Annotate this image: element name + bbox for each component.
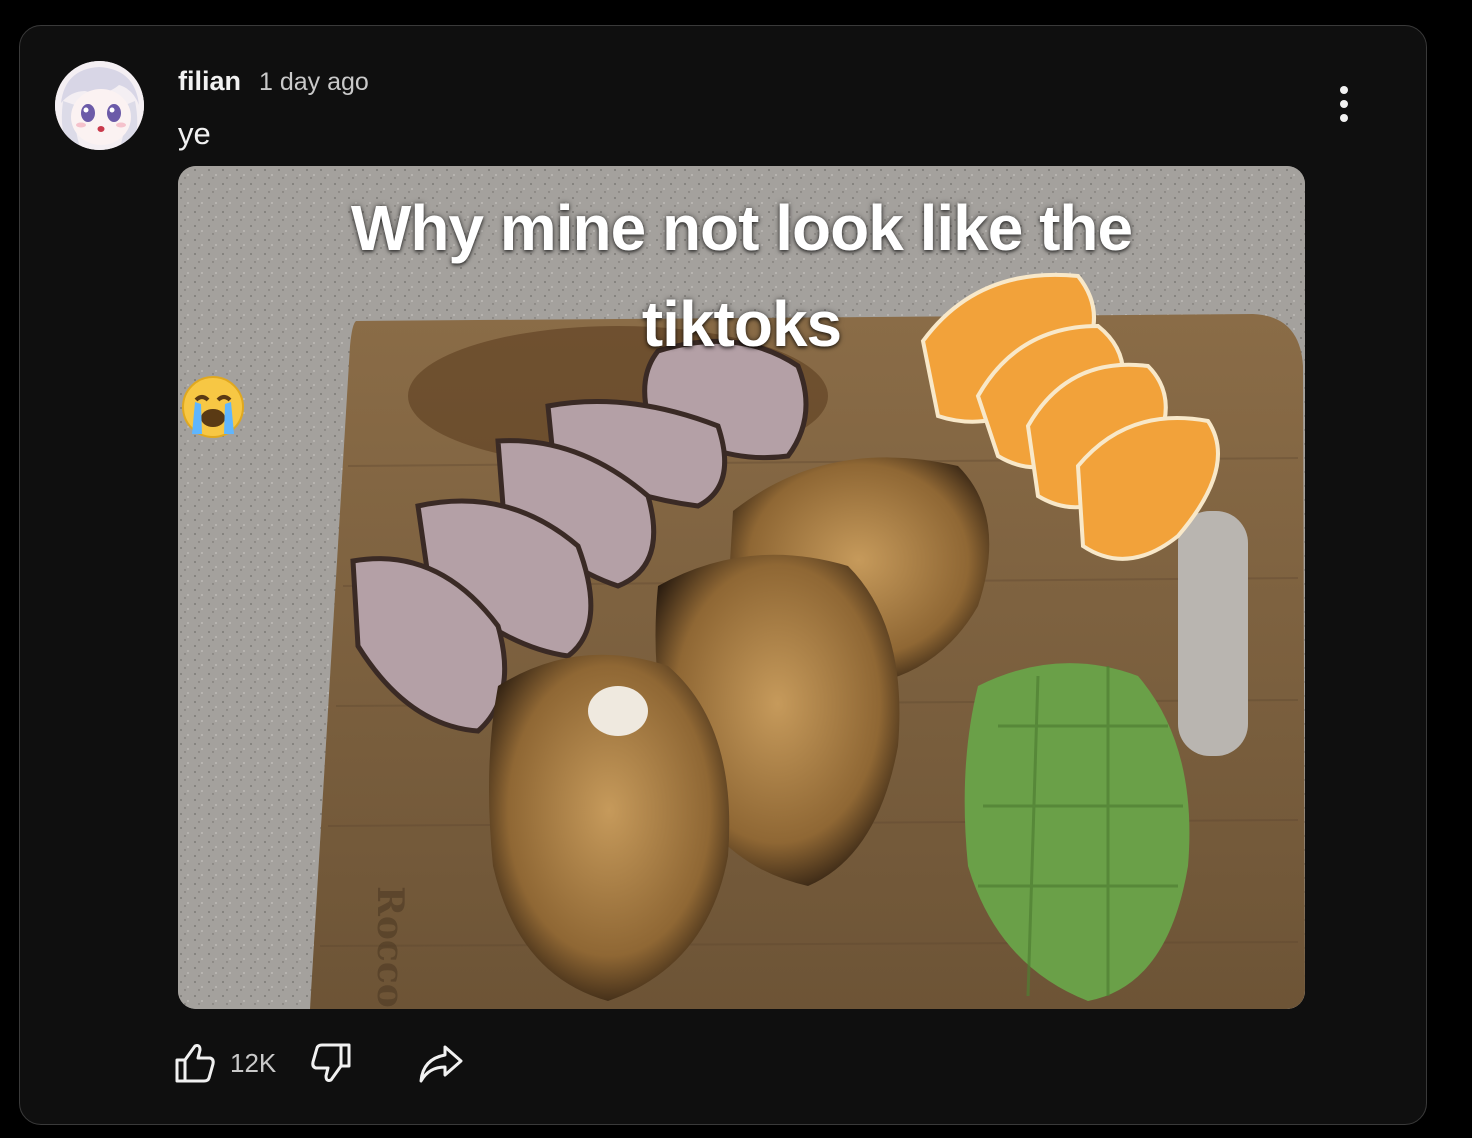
- like-button[interactable]: [170, 1038, 220, 1088]
- dislike-button[interactable]: [306, 1038, 356, 1088]
- board-brand: Rocco: [369, 886, 411, 1008]
- caption-word: tiktoks: [641, 288, 842, 360]
- loudly-crying-face-icon: [182, 376, 244, 438]
- comment-actions: 12K: [170, 1038, 466, 1088]
- author-name[interactable]: filian: [178, 66, 241, 97]
- thumb-up-icon: [175, 1044, 215, 1083]
- share-button[interactable]: [416, 1038, 466, 1088]
- caption-line-2: tiktoks: [178, 276, 1305, 442]
- comment-header: filian 1 day ago: [178, 66, 369, 97]
- caption-line-1: Why mine not look like the: [350, 192, 1133, 264]
- more-vert-icon[interactable]: [1326, 80, 1362, 128]
- thumb-down-icon: [311, 1043, 351, 1082]
- like-count: 12K: [230, 1047, 277, 1078]
- comment-text: ye: [178, 116, 211, 151]
- timestamp[interactable]: 1 day ago: [259, 68, 369, 97]
- share-icon: [419, 1045, 463, 1083]
- comment-card: filian 1 day ago ye Rocco Why mine not l…: [19, 25, 1427, 1125]
- avatar[interactable]: [55, 61, 144, 150]
- image-caption: Why mine not look like the tiktoks: [178, 180, 1305, 442]
- comment-image[interactable]: Rocco Why mine not look like the tiktoks: [178, 166, 1305, 1009]
